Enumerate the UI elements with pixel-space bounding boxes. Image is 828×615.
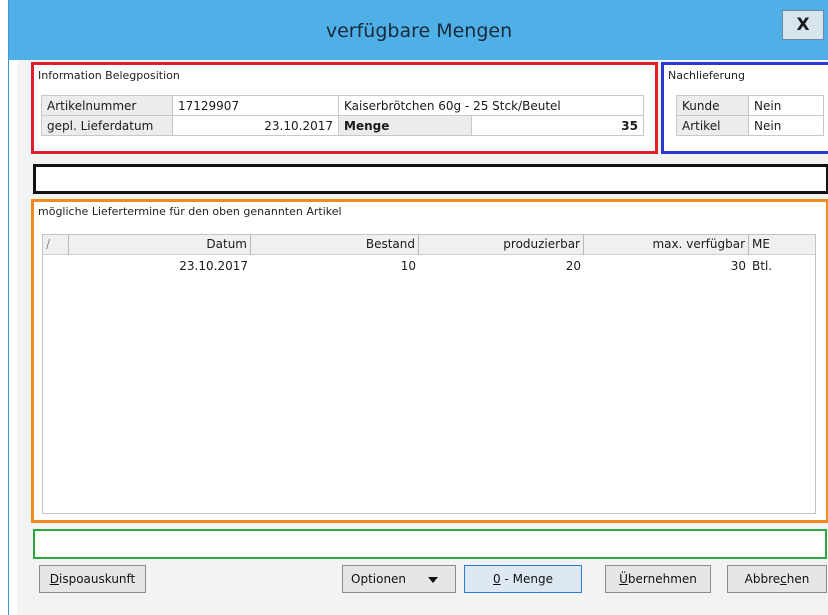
kunde-value: Nein <box>748 95 824 116</box>
uebernehmen-button[interactable]: Übernehmen <box>605 565 711 593</box>
menge-value: 35 <box>471 115 644 136</box>
optionen-dropdown[interactable]: Optionen <box>342 565 456 593</box>
optionen-label: Optionen <box>351 572 407 586</box>
null-menge-mnemonic: 0 <box>493 572 501 586</box>
column-header-bestand[interactable]: Bestand <box>251 235 419 255</box>
dispo-mnemonic: D <box>49 572 59 586</box>
lieferdatum-value: 23.10.2017 <box>172 115 339 136</box>
column-header-me[interactable]: ME <box>749 235 815 255</box>
close-icon: X <box>796 15 810 35</box>
artikel-value: Nein <box>748 115 824 136</box>
row-datum: 23.10.2017 <box>179 259 248 273</box>
column-header-sort[interactable]: / <box>43 235 69 255</box>
belegposition-group: Information Belegposition Artikelnummer … <box>31 62 658 154</box>
chevron-down-icon <box>427 576 438 583</box>
dispo-label: ispoauskunft <box>58 572 136 586</box>
column-header-datum[interactable]: Datum <box>69 235 251 255</box>
row-bestand: 10 <box>400 259 416 273</box>
abbrechen-label-b: hen <box>786 572 810 586</box>
close-button[interactable]: X <box>782 10 824 40</box>
artikelnummer-value: 17129907 <box>172 95 339 116</box>
column-header-max-verfuegbar[interactable]: max. verfügbar <box>584 235 749 255</box>
lieferdatum-label: gepl. Lieferdatum <box>41 115 173 136</box>
artikelnummer-label: Artikelnummer <box>41 95 173 116</box>
dialog-client-area: Information Belegposition Artikelnummer … <box>17 60 828 615</box>
uebernehmen-label: bernehmen <box>627 572 697 586</box>
liefertermine-label: mögliche Liefertermine für den oben gena… <box>38 205 342 218</box>
nachlieferung-grid: Kunde Nein Artikel Nein <box>676 95 824 136</box>
nachlieferung-group: Nachlieferung Kunde Nein Artikel Nein <box>661 62 828 154</box>
abbrechen-label-a: Abbre <box>744 572 781 586</box>
row-produzierbar: 20 <box>565 259 581 273</box>
title-bar: verfügbare Mengen X <box>9 0 828 60</box>
status-bar <box>33 529 827 559</box>
list-header: / Datum Bestand produzierbar max. verfüg… <box>43 235 815 255</box>
message-bar <box>33 164 828 194</box>
artikel-label: Artikel <box>676 115 749 136</box>
liefertermine-list[interactable]: / Datum Bestand produzierbar max. verfüg… <box>42 234 816 514</box>
window-title: verfügbare Mengen <box>325 20 513 42</box>
belegposition-label: Information Belegposition <box>38 69 180 82</box>
uebernehmen-mnemonic: Ü <box>619 572 628 586</box>
abbrechen-mnemonic: c <box>780 572 787 586</box>
row-max-verfuegbar: 30 <box>730 259 746 273</box>
dispoauskunft-button[interactable]: Dispoauskunft <box>39 565 146 593</box>
menge-label: Menge <box>338 115 472 136</box>
belegposition-grid: Artikelnummer 17129907 Kaiserbrötchen 60… <box>41 95 644 136</box>
liefertermine-group: mögliche Liefertermine für den oben gena… <box>31 199 828 523</box>
null-menge-label: - Menge <box>500 572 553 586</box>
dialog-window: verfügbare Mengen X Information Belegpos… <box>8 0 828 615</box>
abbrechen-button[interactable]: Abbrechen <box>727 565 827 593</box>
nachlieferung-label: Nachlieferung <box>668 69 745 82</box>
row-me: Btl. <box>752 259 773 273</box>
column-header-produzierbar[interactable]: produzierbar <box>419 235 584 255</box>
artikel-bezeichnung: Kaiserbrötchen 60g - 25 Stck/Beutel <box>338 95 644 116</box>
kunde-label: Kunde <box>676 95 749 116</box>
null-menge-button[interactable]: 0 - Menge <box>464 565 582 593</box>
